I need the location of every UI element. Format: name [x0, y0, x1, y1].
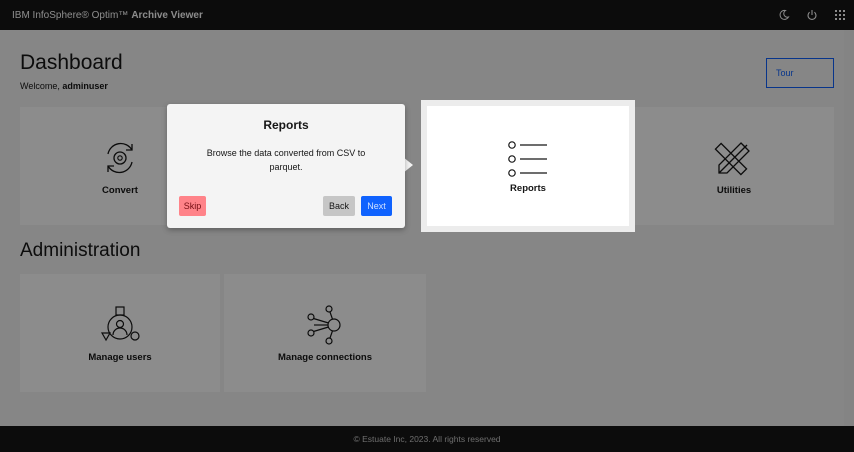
- skip-button[interactable]: Skip: [179, 196, 206, 216]
- back-button[interactable]: Back: [323, 196, 355, 216]
- popover-body: Browse the data converted from CSV to pa…: [206, 148, 366, 172]
- reports-tile[interactable]: Reports: [421, 100, 635, 232]
- tour-popover: Reports Browse the data converted from C…: [167, 104, 405, 228]
- next-button[interactable]: Next: [361, 196, 392, 216]
- list-icon: [508, 140, 547, 177]
- popover-title: Reports: [263, 118, 309, 132]
- reports-label: Reports: [510, 182, 546, 194]
